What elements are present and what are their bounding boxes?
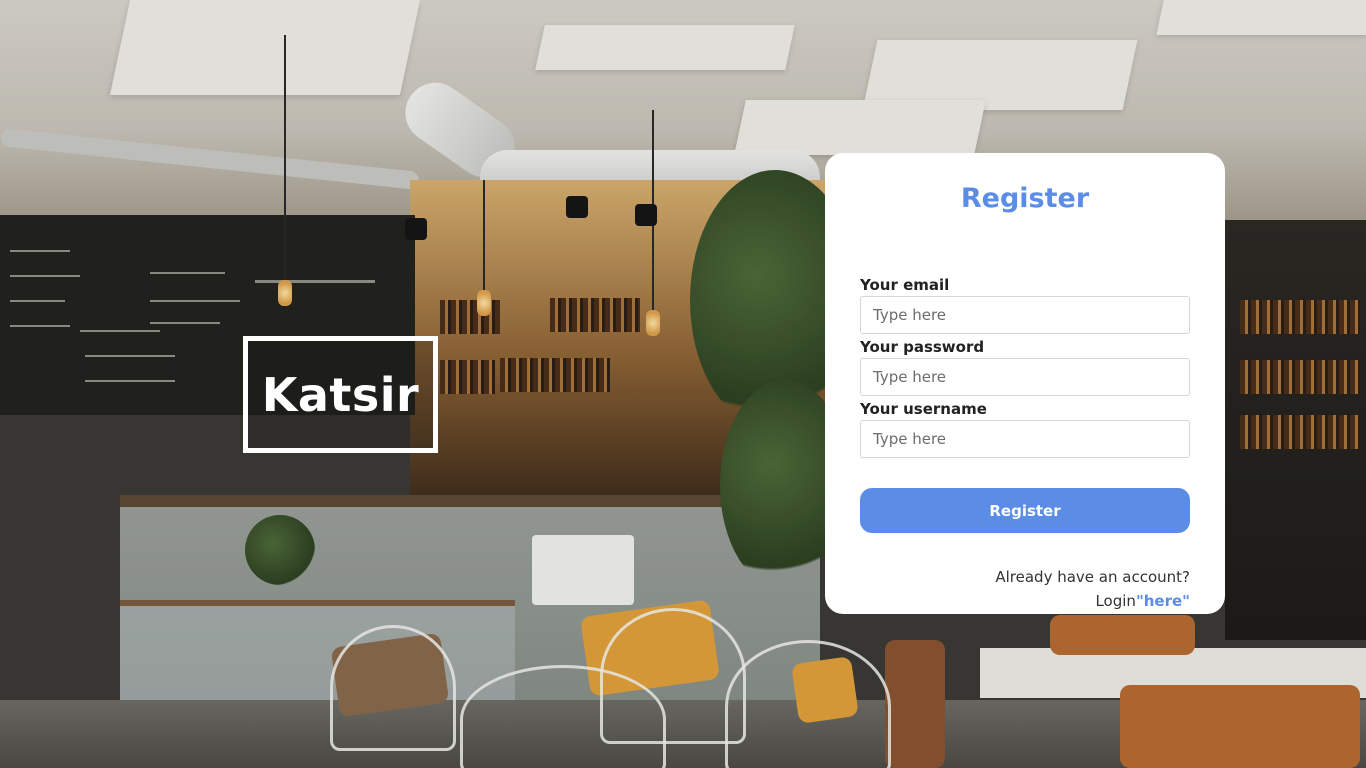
email-input[interactable]: [860, 296, 1190, 334]
email-field-group: Your email: [860, 276, 1190, 334]
login-prompt: Already have an account? Login"here": [860, 565, 1190, 613]
register-page: Katsir Register Your email Your password…: [0, 0, 1366, 768]
username-label: Your username: [860, 400, 987, 418]
login-question: Already have an account?: [995, 568, 1190, 586]
password-input[interactable]: [860, 358, 1190, 396]
username-input[interactable]: [860, 420, 1190, 458]
register-title: Register: [960, 183, 1090, 214]
register-button[interactable]: Register: [860, 488, 1190, 533]
brand-logo-text: Katsir: [261, 367, 420, 422]
password-field-group: Your password: [860, 338, 1190, 396]
username-field-group: Your username: [860, 400, 1190, 458]
login-prefix: Login: [1095, 592, 1136, 610]
register-card: Register Your email Your password Your u…: [825, 153, 1225, 614]
brand-logo: Katsir: [243, 336, 438, 453]
password-label: Your password: [860, 338, 985, 356]
login-line: Login"here": [860, 589, 1190, 613]
email-label: Your email: [860, 276, 950, 294]
login-link[interactable]: "here": [1136, 592, 1190, 610]
